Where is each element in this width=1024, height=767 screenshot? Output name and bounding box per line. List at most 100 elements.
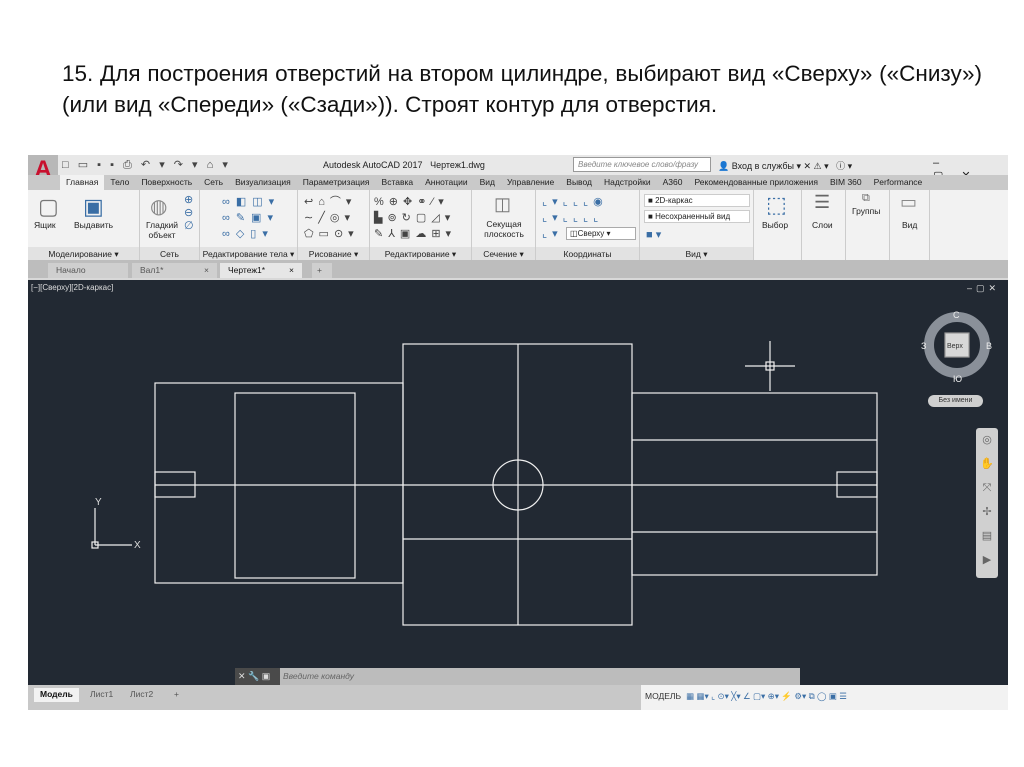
viewcube-south[interactable]: Ю (953, 374, 962, 384)
extrude-icon: ▣ (83, 194, 104, 219)
command-input[interactable]: Введите команду (283, 671, 354, 681)
tab-solid[interactable]: Тело (104, 175, 135, 190)
panel-solid-edit: ∞◧◫▾ ∞✎▣▾ ∞◇▯▾ Редактирование тела ▾ (200, 190, 298, 260)
panel-label: Редактирование тела ▾ (200, 247, 297, 260)
status-icons[interactable]: ▦ ▦▾ ⌞ ⊙▾ ╳▾ ∠ ▢▾ ⊕▾ ⚡ ⚙▾ ⧉ ◯ ▣ ☰ (686, 691, 847, 701)
slide-title: 15. Для построения отверстий на втором ц… (62, 61, 982, 117)
viewport-config-icon[interactable]: ■ ▾ (646, 228, 661, 241)
panel-groups: ⧉ Группы (846, 190, 890, 260)
named-view-dropdown[interactable]: ■ Несохраненный вид (644, 210, 750, 223)
doc-tab-start[interactable]: Начало (48, 263, 128, 278)
ucs-y-label: Y (95, 497, 102, 508)
draw-icons[interactable]: ↩⌂⌒▾ ∼╱◎▾ ⬠▭⊙▾ (304, 194, 359, 242)
file-name: Чертеж1.dwg (430, 160, 485, 170)
selection-icon: ⬚ (766, 192, 787, 217)
tab-a360[interactable]: A360 (657, 175, 689, 190)
panel-coordinates: ⌞▾⌞⌞⌞◉ ⌞▾⌞⌞⌞⌞ ⌞▾ ◫Сверху ▾ Координаты (536, 190, 640, 260)
panel-layers: ☰ Слои (802, 190, 846, 260)
layout-tab-model[interactable]: Модель (34, 688, 79, 702)
panel-label: Редактирование ▾ (370, 247, 471, 260)
search-input[interactable]: Введите ключевое слово/фразу (573, 157, 711, 172)
quick-access-toolbar[interactable]: □ ▭ ▪ ▪ ⎙ ↶ ▾ ↷ ▾ ⌂ ▾ (62, 158, 231, 172)
signin-label: Вход в службы (731, 161, 794, 171)
ucs-icon (91, 508, 132, 549)
viewcube-top-label[interactable]: Верх (947, 343, 963, 350)
doc-tab-shaft[interactable]: Вал1* × (132, 263, 217, 278)
section-plane-icon: ◫ (494, 194, 512, 214)
status-toggles[interactable]: МОДЕЛЬ ▦ ▦▾ ⌞ ⊙▾ ╳▾ ∠ ▢▾ ⊕▾ ⚡ ⚙▾ ⧉ ◯ ▣ ☰ (641, 685, 1008, 710)
panel-label: Рисование ▾ (298, 247, 369, 260)
window-title: Autodesk AutoCAD 2017 Чертеж1.dwg (323, 160, 485, 170)
ucs-x-label: X (134, 540, 141, 551)
tab-addins[interactable]: Надстройки (598, 175, 657, 190)
add-layout-button[interactable]: + (168, 688, 185, 702)
panel-view-tools: ▭ Вид (890, 190, 930, 260)
ribbon-tabs: Главная Тело Поверхность Сеть Визуализац… (28, 175, 1008, 190)
tab-apps[interactable]: Рекомендованные приложения (688, 175, 823, 190)
ucs-menu[interactable]: Без имени (928, 395, 983, 407)
viewcube-north[interactable]: С (953, 310, 960, 320)
title-bar: □ ▭ ▪ ▪ ⎙ ↶ ▾ ↷ ▾ ⌂ ▾ Autodesk AutoCAD 2… (28, 155, 1008, 182)
tab-surface[interactable]: Поверхность (135, 175, 198, 190)
tab-view[interactable]: Вид (474, 175, 501, 190)
command-line[interactable]: ✕ 🔧 ▣ Введите команду (235, 668, 800, 686)
viewcube-west[interactable]: З (921, 341, 926, 351)
doc-tab-label: Вал1* (140, 265, 164, 275)
tab-bim360[interactable]: BIM 360 (824, 175, 868, 190)
signin-button[interactable]: 👤 Вход в службы ▾ ✕ ⚠ ▾ ⓘ ▾ (718, 159, 852, 172)
viewcube-east[interactable]: В (986, 341, 992, 351)
panel-section: ◫ Секущая плоскость Сечение ▾ (472, 190, 536, 260)
mesh-tools-icon[interactable]: ⊕ ⊖ ∅ (184, 194, 194, 233)
close-icon[interactable]: × (204, 265, 209, 275)
groups-icon: ⧉ (862, 192, 870, 204)
document-tabs: Начало Вал1* × Чертеж1* × + (28, 260, 1008, 278)
view-button[interactable]: Вид (902, 220, 917, 230)
box-button[interactable]: Ящик (34, 220, 56, 230)
panel-label: Вид ▾ (640, 247, 753, 260)
new-tab-button[interactable]: + (312, 263, 332, 278)
panel-label: Сеть (140, 247, 199, 260)
left-cylinder (154, 382, 404, 584)
tab-annotate[interactable]: Аннотации (419, 175, 474, 190)
solid-edit-icons[interactable]: ∞◧◫▾ ∞✎▣▾ ∞◇▯▾ (222, 194, 280, 242)
tab-mesh[interactable]: Сеть (198, 175, 229, 190)
command-line-buttons[interactable]: ✕ 🔧 ▣ (235, 668, 280, 686)
doc-tab-drawing1[interactable]: Чертеж1* × (220, 263, 302, 278)
panel-draw: ↩⌂⌒▾ ∼╱◎▾ ⬠▭⊙▾ Рисование ▾ (298, 190, 370, 260)
tab-insert[interactable]: Вставка (376, 175, 420, 190)
close-icon[interactable]: × (289, 265, 294, 275)
panel-mesh: ◍ Гладкий объект ⊕ ⊖ ∅ Сеть (140, 190, 200, 260)
tab-performance[interactable]: Performance (868, 175, 929, 190)
crosshair-cursor (745, 341, 795, 391)
section-plane-button[interactable]: Секущая плоскость (478, 219, 530, 239)
modify-icons[interactable]: %⊕✥⚭⁄▾ ▙⊚↻▢◿▾ ✎⅄▣☁⊞▾ (374, 194, 456, 242)
tab-output[interactable]: Вывод (560, 175, 598, 190)
tab-manage[interactable]: Управление (501, 175, 560, 190)
ribbon: ▢ Ящик ▣ Выдавить Моделирование ▾ ◍ Глад… (28, 190, 1008, 260)
named-view-value: Несохраненный вид (655, 212, 731, 221)
panel-selection: ⬚ Выбор (754, 190, 802, 260)
tab-visualize[interactable]: Визуализация (229, 175, 297, 190)
view-direction-value: Сверху (577, 229, 605, 238)
visual-style-value: 2D-каркас (655, 196, 693, 205)
smooth-object-button[interactable]: Гладкий объект (144, 220, 180, 240)
groups-button[interactable]: Группы (852, 206, 880, 216)
layout-tab-sheet1[interactable]: Лист1 (84, 688, 119, 702)
panel-label: Координаты (536, 247, 639, 260)
extrude-button[interactable]: Выдавить (74, 220, 113, 230)
model-space-toggle[interactable]: МОДЕЛЬ (645, 691, 681, 701)
box-icon: ▢ (38, 194, 59, 219)
selection-button[interactable]: Выбор (762, 220, 788, 230)
navigation-bar[interactable]: ◎ ✋ ⤧ ✢ ▤ ▶ (976, 428, 998, 578)
layers-button[interactable]: Слои (812, 220, 833, 230)
drawing-viewport[interactable]: [−][Сверху][2D-каркас] –▢✕ Y X Верх С Ю … (28, 280, 1008, 685)
panel-modify: %⊕✥⚭⁄▾ ▙⊚↻▢◿▾ ✎⅄▣☁⊞▾ Редактирование ▾ (370, 190, 472, 260)
visual-style-dropdown[interactable]: ■ 2D-каркас (644, 194, 750, 207)
tab-home[interactable]: Главная (60, 175, 105, 190)
autocad-window: □ ▭ ▪ ▪ ⎙ ↶ ▾ ↷ ▾ ⌂ ▾ Autodesk AutoCAD 2… (28, 155, 1008, 710)
view-icon: ▭ (900, 192, 918, 212)
layout-tab-sheet2[interactable]: Лист2 (124, 688, 159, 702)
tab-parametric[interactable]: Параметризация (297, 175, 376, 190)
view-direction-dropdown[interactable]: ◫Сверху ▾ (566, 227, 636, 240)
status-bar: Модель Лист1 Лист2 + МОДЕЛЬ ▦ ▦▾ ⌞ ⊙▾ ╳▾ … (28, 685, 1008, 710)
